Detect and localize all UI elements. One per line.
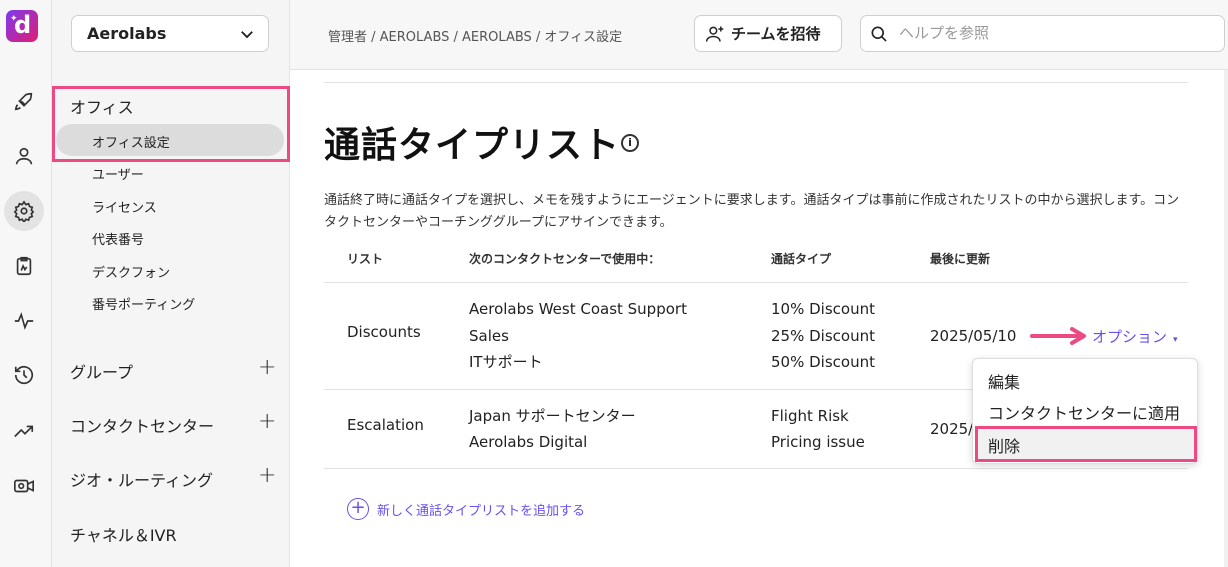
divider bbox=[324, 468, 1188, 469]
sidebar-section-groups[interactable]: グループ bbox=[70, 359, 133, 383]
video-settings-icon[interactable] bbox=[4, 466, 44, 506]
add-call-type-list-link[interactable]: + 新しく通話タイプリストを追加する bbox=[347, 498, 585, 520]
add-geo-routing-plus-icon[interactable]: + bbox=[258, 463, 276, 488]
row-call-type: Flight Risk bbox=[771, 407, 849, 425]
row-call-type: 25% Discount bbox=[771, 327, 875, 345]
row-call-type: 50% Discount bbox=[771, 353, 875, 371]
main-content: 通話タイプリスト i 通話終了時に通話タイプを選択し、メモを残すようにエージェン… bbox=[290, 70, 1228, 567]
row-center: Japan サポートセンター bbox=[469, 407, 636, 425]
company-selector[interactable]: Aerolabs bbox=[71, 15, 269, 52]
breadcrumb: 管理者 / AEROLABS / AEROLABS / オフィス設定 bbox=[328, 30, 623, 45]
add-group-plus-icon[interactable]: + bbox=[258, 355, 276, 380]
help-search[interactable] bbox=[860, 15, 1225, 52]
sidebar-item-users[interactable]: ユーザー bbox=[92, 164, 144, 183]
row-list-name[interactable]: Discounts bbox=[347, 319, 421, 346]
page-title: 通話タイプリスト bbox=[324, 125, 621, 166]
sidebar-item-deskphone[interactable]: デスクフォン bbox=[92, 262, 170, 281]
plus-circle-icon: + bbox=[347, 498, 369, 520]
company-name: Aerolabs bbox=[87, 24, 167, 43]
invite-team-label: チームを招待 bbox=[731, 25, 821, 43]
options-dropdown-button[interactable]: オプション ▾ bbox=[1092, 326, 1178, 347]
row-updated: 2025/05/10 bbox=[930, 327, 1017, 345]
rocket-icon[interactable] bbox=[4, 82, 44, 122]
menu-item-delete[interactable]: 削除 bbox=[975, 426, 1197, 462]
history-icon[interactable] bbox=[4, 355, 44, 395]
sidebar-section-channels-ivr[interactable]: チャネル＆IVR bbox=[70, 522, 177, 546]
options-menu: 編集 コンタクトセンターに適用 削除 bbox=[972, 358, 1198, 464]
menu-item-apply-contact-center[interactable]: コンタクトセンターに適用 bbox=[988, 400, 1180, 424]
search-input[interactable] bbox=[899, 24, 1199, 42]
options-label: オプション bbox=[1092, 328, 1168, 346]
add-contact-center-plus-icon[interactable]: + bbox=[258, 409, 276, 434]
invite-team-button[interactable]: チームを招待 bbox=[694, 15, 842, 52]
column-header-call-types: 通話タイプ bbox=[771, 252, 832, 266]
active-item-background bbox=[56, 124, 284, 156]
row-center: Sales bbox=[469, 327, 509, 345]
top-bar: 管理者 / AEROLABS / AEROLABS / オフィス設定 チームを招… bbox=[290, 0, 1228, 70]
info-icon[interactable]: i bbox=[621, 134, 639, 152]
menu-item-edit[interactable]: 編集 bbox=[988, 369, 1020, 393]
column-header-used-in: 次のコンタクトセンターで使用中： bbox=[469, 252, 661, 266]
caret-down-icon: ▾ bbox=[1173, 335, 1178, 345]
row-call-type: Pricing issue bbox=[771, 433, 865, 451]
pulse-icon[interactable] bbox=[4, 301, 44, 341]
divider bbox=[324, 282, 1188, 283]
sidebar-section-contact-centers[interactable]: コンタクトセンター bbox=[70, 413, 214, 437]
divider bbox=[324, 82, 1188, 83]
add-call-type-list-label: 新しく通話タイプリストを追加する bbox=[377, 503, 586, 519]
column-header-list: リスト bbox=[347, 252, 384, 266]
office-heading[interactable]: オフィス bbox=[70, 94, 134, 118]
row-call-type: 10% Discount bbox=[771, 300, 875, 318]
pointer-arrow-icon bbox=[1030, 327, 1086, 345]
scrollbar[interactable] bbox=[1224, 70, 1228, 567]
sidebar-item-porting[interactable]: 番号ポーティング bbox=[92, 294, 195, 313]
row-center: ITサポート bbox=[469, 353, 543, 371]
person-icon[interactable] bbox=[4, 136, 44, 176]
settings-sidebar: Aerolabs オフィス オフィス設定 ユーザー ライセンス 代表番号 デスク… bbox=[52, 0, 290, 567]
row-center: Aerolabs West Coast Support bbox=[469, 300, 687, 318]
nav-rail: ✦ d bbox=[0, 0, 52, 567]
sidebar-item-licenses[interactable]: ライセンス bbox=[92, 197, 157, 216]
search-icon bbox=[871, 26, 887, 42]
chevron-down-icon bbox=[241, 31, 253, 39]
page-description: 通話終了時に通話タイプを選択し、メモを残すようにエージェントに要求します。通話タ… bbox=[324, 193, 1180, 230]
row-list-name[interactable]: Escalation bbox=[347, 412, 424, 439]
trend-icon[interactable] bbox=[4, 411, 44, 451]
menu-item-delete-label: 削除 bbox=[988, 437, 1021, 456]
column-header-updated: 最後に更新 bbox=[930, 252, 991, 266]
app-logo[interactable]: ✦ d bbox=[6, 10, 38, 42]
sidebar-item-office-settings[interactable]: オフィス設定 bbox=[92, 132, 170, 151]
clipboard-icon[interactable] bbox=[4, 246, 44, 286]
sidebar-section-geo-routing[interactable]: ジオ・ルーティング bbox=[70, 467, 213, 491]
add-user-icon bbox=[705, 26, 724, 42]
row-center: Aerolabs Digital bbox=[469, 433, 588, 451]
sidebar-item-main-number[interactable]: 代表番号 bbox=[92, 229, 144, 248]
gear-icon[interactable] bbox=[4, 191, 44, 231]
